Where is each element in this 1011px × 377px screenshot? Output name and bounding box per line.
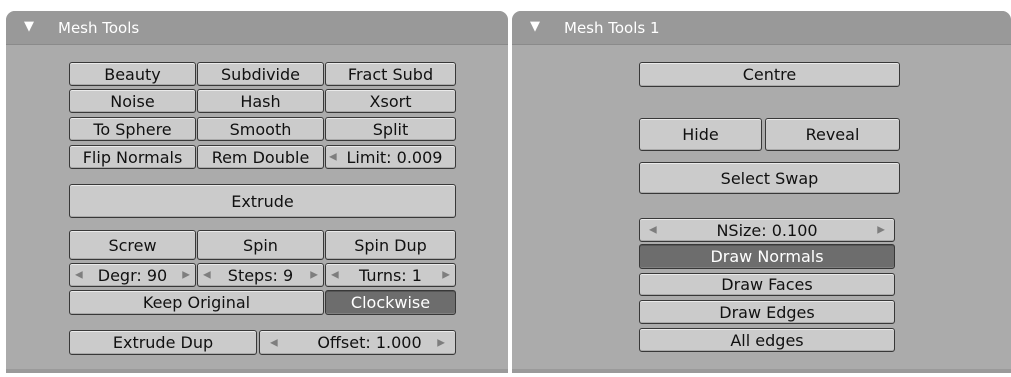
panel-header[interactable]: ▼ Mesh Tools — [6, 11, 508, 45]
arrow-left-icon[interactable]: ◀ — [329, 152, 337, 163]
arrow-right-icon[interactable]: ▶ — [310, 270, 318, 281]
to-sphere-button[interactable]: To Sphere — [69, 117, 196, 141]
panel-body: Centre Hide Reveal Select Swap ◀ NSize: … — [512, 45, 1011, 373]
extrude-button[interactable]: Extrude — [69, 184, 456, 218]
hide-button[interactable]: Hide — [639, 118, 762, 151]
clockwise-toggle[interactable]: Clockwise — [325, 290, 456, 315]
panel-title: Mesh Tools — [58, 19, 140, 37]
panel-bottom-edge — [6, 369, 508, 373]
draw-faces-toggle[interactable]: Draw Faces — [639, 273, 895, 296]
degr-field[interactable]: ◀ Degr: 90 ▶ — [69, 263, 196, 287]
screw-button[interactable]: Screw — [69, 230, 196, 260]
steps-value: Steps: 9 — [227, 265, 294, 285]
limit-value: Limit: 0.009 — [346, 147, 443, 167]
noise-button[interactable]: Noise — [69, 89, 196, 113]
turns-field[interactable]: ◀ Turns: 1 ▶ — [325, 263, 456, 287]
extrude-dup-button[interactable]: Extrude Dup — [69, 330, 257, 355]
turns-value: Turns: 1 — [359, 265, 422, 285]
smooth-button[interactable]: Smooth — [197, 117, 324, 141]
steps-field[interactable]: ◀ Steps: 9 ▶ — [197, 263, 324, 287]
select-swap-button[interactable]: Select Swap — [639, 162, 900, 194]
arrow-left-icon[interactable]: ◀ — [75, 270, 83, 281]
offset-field[interactable]: ◀ Offset: 1.000 ▶ — [259, 330, 456, 355]
panel-title: Mesh Tools 1 — [564, 19, 660, 37]
arrow-right-icon[interactable]: ▶ — [182, 270, 190, 281]
panel-bottom-edge — [512, 369, 1011, 373]
triangle-down-icon[interactable]: ▼ — [530, 19, 540, 34]
spin-button[interactable]: Spin — [197, 230, 324, 260]
subdivide-button[interactable]: Subdivide — [197, 62, 324, 86]
reveal-button[interactable]: Reveal — [765, 118, 900, 151]
split-button[interactable]: Split — [325, 117, 456, 141]
nsize-value: NSize: 0.100 — [716, 220, 818, 240]
triangle-down-icon[interactable]: ▼ — [24, 19, 34, 34]
limit-field[interactable]: ◀ Limit: 0.009 — [325, 145, 456, 169]
arrow-right-icon[interactable]: ▶ — [437, 337, 445, 348]
centre-button[interactable]: Centre — [639, 62, 900, 87]
mesh-tools-1-panel: ▼ Mesh Tools 1 Centre Hide Reveal Select… — [512, 11, 1011, 373]
panel-header[interactable]: ▼ Mesh Tools 1 — [512, 11, 1011, 45]
offset-value: Offset: 1.000 — [317, 333, 422, 352]
flip-normals-button[interactable]: Flip Normals — [69, 145, 196, 169]
spin-dup-button[interactable]: Spin Dup — [325, 230, 456, 260]
draw-edges-toggle[interactable]: Draw Edges — [639, 300, 895, 324]
arrow-right-icon[interactable]: ▶ — [877, 225, 885, 236]
keep-original-toggle[interactable]: Keep Original — [69, 290, 324, 315]
all-edges-toggle[interactable]: All edges — [639, 328, 895, 352]
xsort-button[interactable]: Xsort — [325, 89, 456, 113]
arrow-right-icon[interactable]: ▶ — [442, 270, 450, 281]
draw-normals-toggle[interactable]: Draw Normals — [639, 244, 895, 269]
mesh-tools-panel: ▼ Mesh Tools Beauty Subdivide Fract Subd… — [6, 11, 508, 373]
arrow-left-icon[interactable]: ◀ — [203, 270, 211, 281]
rem-double-button[interactable]: Rem Double — [197, 145, 324, 169]
arrow-left-icon[interactable]: ◀ — [270, 337, 278, 348]
nsize-field[interactable]: ◀ NSize: 0.100 ▶ — [639, 218, 895, 242]
beauty-button[interactable]: Beauty — [69, 62, 196, 86]
fract-subd-button[interactable]: Fract Subd — [325, 62, 456, 86]
arrow-left-icon[interactable]: ◀ — [649, 225, 657, 236]
panel-body: Beauty Subdivide Fract Subd Noise Hash X… — [6, 45, 508, 373]
degr-value: Degr: 90 — [97, 265, 168, 285]
hash-button[interactable]: Hash — [197, 89, 324, 113]
arrow-left-icon[interactable]: ◀ — [331, 270, 339, 281]
